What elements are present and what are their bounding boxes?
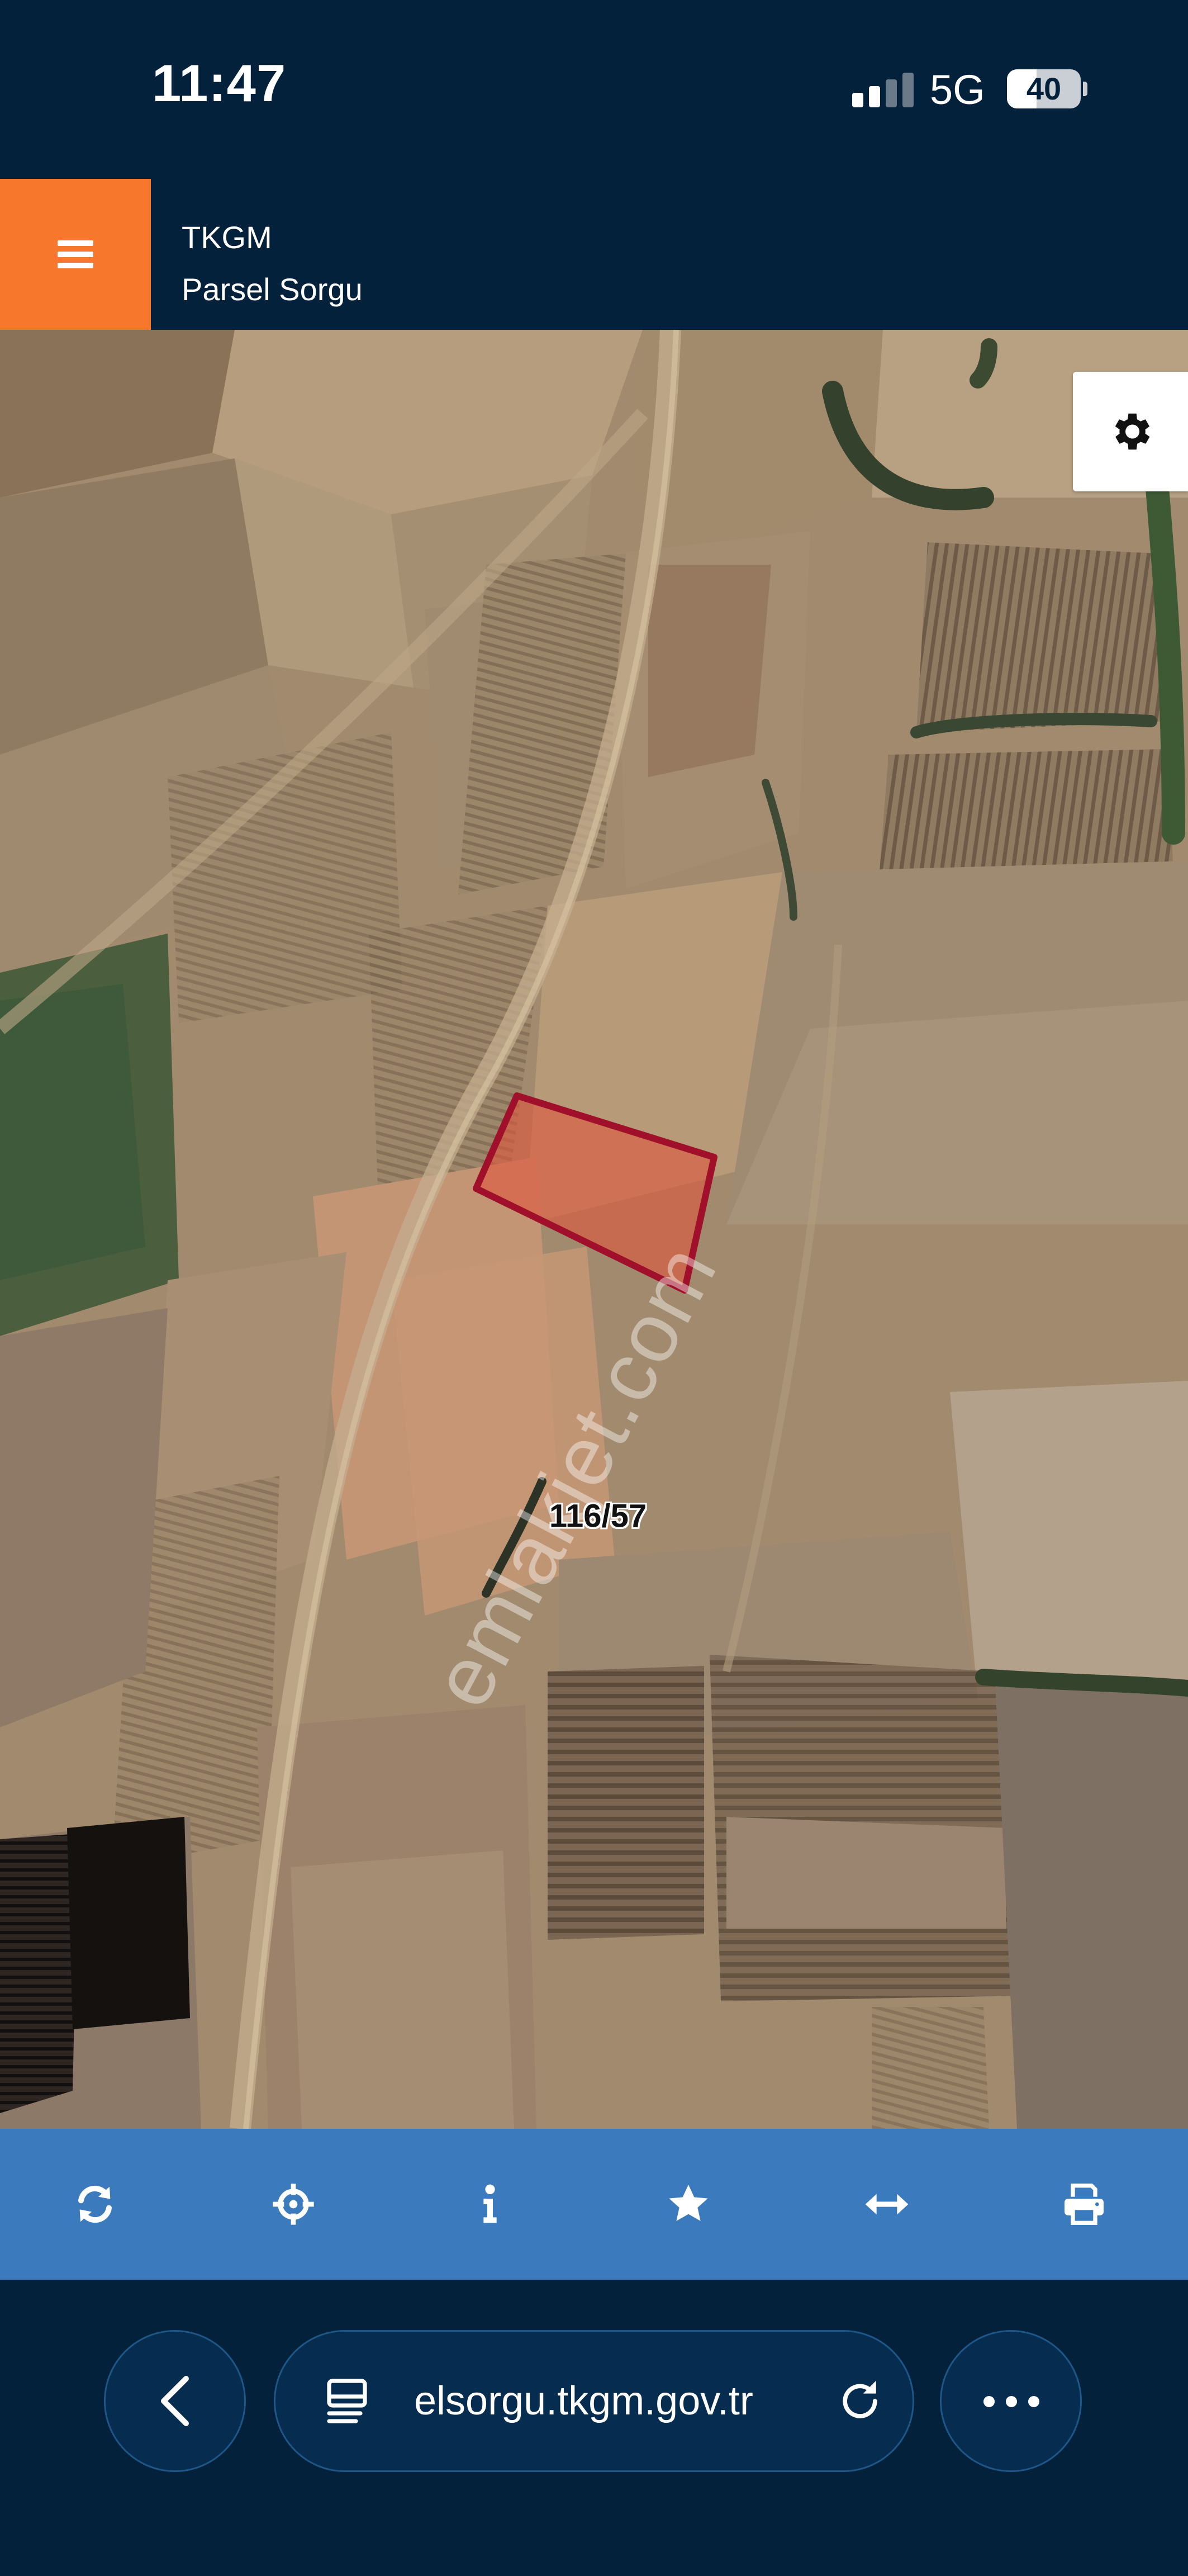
satellite-map[interactable]: emlakjet.com 116/57 <box>0 330 1188 2129</box>
url-text: elsorgu.tkgm.gov.tr <box>414 2379 753 2423</box>
locate-button[interactable] <box>249 2160 338 2249</box>
map-toolbar <box>0 2129 1188 2280</box>
parcel-label: 116/57 <box>549 1498 647 1535</box>
chevron-left-icon <box>161 2376 189 2426</box>
back-button[interactable] <box>104 2330 246 2472</box>
battery-percentage: 40 <box>1026 71 1062 106</box>
info-button[interactable] <box>445 2160 535 2249</box>
menu-button[interactable] <box>0 179 151 330</box>
browser-bar: elsorgu.tkgm.gov.tr <box>0 2280 1188 2576</box>
cellular-signal-icon <box>852 73 914 107</box>
map-imagery <box>0 330 1188 2129</box>
favorite-button[interactable] <box>644 2160 733 2249</box>
gear-icon <box>1115 413 1150 450</box>
page-menu-icon[interactable] <box>322 2374 376 2428</box>
print-button[interactable] <box>1039 2160 1129 2249</box>
status-bar: 11:47 5G 40 <box>0 0 1188 179</box>
horizontal-arrows-icon <box>865 2194 909 2215</box>
app-header: TKGM Parsel Sorgu <box>0 179 1188 330</box>
app-title: TKGM <box>182 220 272 255</box>
refresh-icon <box>78 2185 112 2223</box>
more-dots-icon <box>983 2396 1039 2407</box>
crosshair-icon <box>273 2184 314 2225</box>
info-icon <box>483 2184 497 2223</box>
star-icon <box>669 2185 708 2221</box>
battery-cap <box>1083 82 1087 96</box>
address-bar[interactable]: elsorgu.tkgm.gov.tr <box>274 2330 914 2472</box>
battery-icon: 40 <box>1007 69 1081 108</box>
status-time: 11:47 <box>152 54 287 112</box>
printer-icon <box>1065 2184 1104 2225</box>
network-type: 5G <box>930 67 985 113</box>
settings-button[interactable] <box>1073 372 1188 491</box>
measure-button[interactable] <box>842 2160 932 2249</box>
reload-icon[interactable] <box>834 2375 886 2427</box>
more-button[interactable] <box>940 2330 1082 2472</box>
app-subtitle: Parsel Sorgu <box>182 272 363 307</box>
refresh-button[interactable] <box>50 2160 140 2249</box>
